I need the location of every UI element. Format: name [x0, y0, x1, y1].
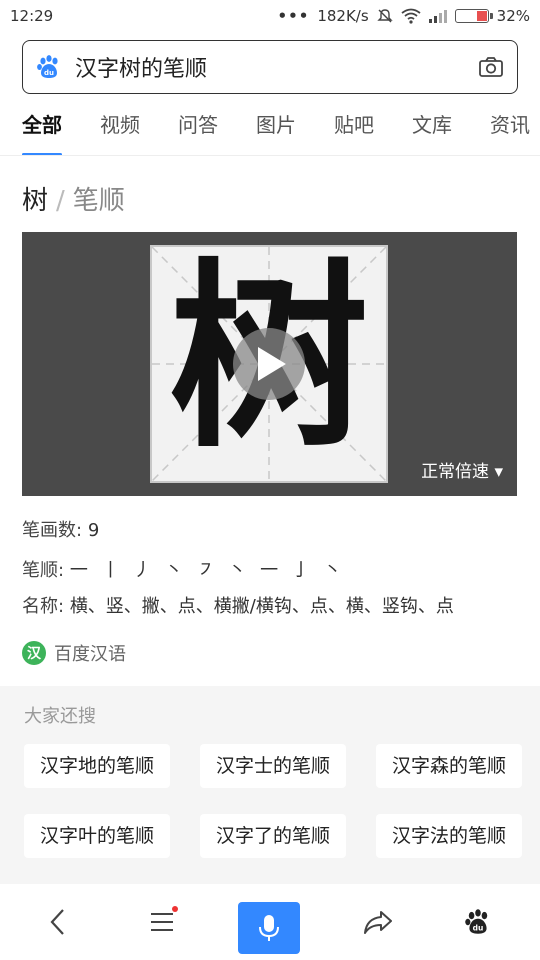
- title-separator: /: [56, 186, 65, 216]
- back-icon: [50, 909, 64, 935]
- menu-button[interactable]: [142, 902, 182, 942]
- search-input[interactable]: 汉字树的笔顺: [75, 51, 477, 83]
- source-link[interactable]: 汉 百度汉语: [22, 640, 126, 666]
- battery-percent: 32%: [496, 7, 530, 25]
- related-item[interactable]: 汉字了的笔顺: [200, 814, 347, 858]
- stroke-names-row: 名称: 横、竖、撇、点、横撇/横钩、点、横、竖钩、点: [22, 592, 454, 618]
- baidu-paw-icon: du: [37, 55, 58, 78]
- related-searches: 大家还搜 汉字地的笔顺 汉字士的笔顺 汉字森的笔顺 汉字叶的笔顺 汉字了的笔顺 …: [0, 686, 540, 884]
- related-heading: 大家还搜: [24, 706, 96, 727]
- bottom-nav: du: [0, 884, 540, 960]
- wifi-icon: [401, 8, 421, 24]
- tab-bar: 全部 视频 问答 图片 贴吧 文库 资讯: [0, 104, 540, 156]
- stroke-order-row: 笔顺: 一 丨 丿 丶 ㇇ 丶 一 亅 丶: [22, 556, 346, 582]
- related-item[interactable]: 汉字法的笔顺: [376, 814, 523, 858]
- result-subtitle: 笔顺: [72, 186, 125, 216]
- character-grid: 树: [150, 245, 388, 483]
- tab-images[interactable]: 图片: [256, 104, 296, 155]
- signal-icon: [428, 10, 447, 23]
- related-item[interactable]: 汉字叶的笔顺: [24, 814, 171, 858]
- stroke-names-value: 横、竖、撇、点、横撇/横钩、点、横、竖钩、点: [69, 596, 454, 617]
- related-item[interactable]: 汉字森的笔顺: [376, 744, 523, 788]
- stroke-count-value: 9: [87, 520, 100, 541]
- tab-qa[interactable]: 问答: [178, 104, 218, 155]
- source-name: 百度汉语: [54, 644, 126, 665]
- status-time: 12:29: [10, 7, 54, 25]
- voice-search-button[interactable]: [238, 902, 300, 954]
- stroke-order-video[interactable]: 树 正常倍速 ▾: [22, 232, 517, 496]
- tab-all[interactable]: 全部: [22, 104, 62, 155]
- share-button[interactable]: [358, 902, 398, 942]
- stroke-order-value: 一 丨 丿 丶 ㇇ 丶 一 亅 丶: [69, 560, 346, 581]
- menu-icon: [151, 913, 173, 931]
- stroke-count-label: 笔画数:: [22, 520, 83, 541]
- notification-dot: [172, 906, 178, 912]
- camera-icon[interactable]: [477, 53, 505, 81]
- battery-icon: [454, 9, 493, 23]
- svg-text:du: du: [473, 924, 484, 933]
- hanyu-badge-icon: 汉: [22, 641, 46, 665]
- baidu-home-icon: du: [465, 909, 488, 934]
- network-speed: 182K/s: [317, 7, 369, 25]
- stroke-names-label: 名称:: [22, 596, 65, 617]
- mute-icon: [376, 9, 393, 23]
- status-bar: 12:29 ••• 182K/s 32%: [0, 0, 540, 32]
- mic-icon: [259, 915, 279, 941]
- result-title[interactable]: 树 / 笔顺: [22, 180, 125, 217]
- notification-dots: •••: [277, 7, 310, 25]
- search-box[interactable]: du 汉字树的笔顺: [22, 40, 518, 94]
- stroke-count-row: 笔画数: 9: [22, 516, 99, 542]
- tab-video[interactable]: 视频: [100, 104, 140, 155]
- baidu-home-button[interactable]: du: [458, 902, 498, 942]
- tab-news[interactable]: 资讯: [490, 104, 530, 155]
- tab-wenku[interactable]: 文库: [412, 104, 452, 155]
- stroke-order-label: 笔顺:: [22, 560, 65, 581]
- playback-speed-selector[interactable]: 正常倍速 ▾: [421, 457, 503, 482]
- back-button[interactable]: [38, 902, 78, 942]
- svg-text:du: du: [44, 69, 54, 77]
- related-item[interactable]: 汉字地的笔顺: [24, 744, 171, 788]
- tab-tieba[interactable]: 贴吧: [334, 104, 374, 155]
- related-item[interactable]: 汉字士的笔顺: [200, 744, 347, 788]
- result-char: 树: [22, 186, 49, 216]
- share-icon: [364, 911, 392, 934]
